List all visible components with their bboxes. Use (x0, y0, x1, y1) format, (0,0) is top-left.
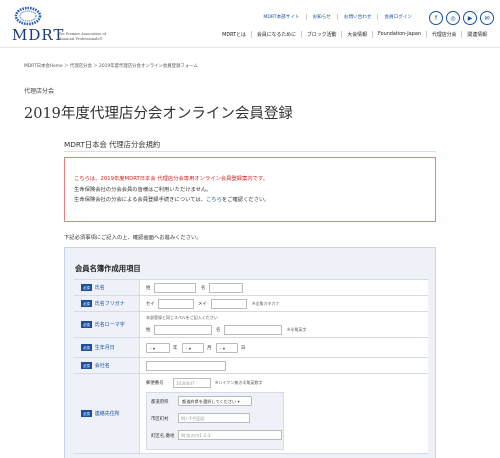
nav-item-about[interactable]: MDRTとは (217, 31, 251, 38)
label-contact: 連絡先住所 (94, 411, 120, 417)
facebook-icon[interactable]: f (429, 11, 443, 25)
birth-day-select[interactable]: - ▾ (216, 343, 238, 353)
utility-link-mdrt-hq[interactable]: MDRT本部サイト (257, 14, 305, 20)
address-box: 都道府県 都道府県を選択してください ▾ 市区町村 例) 千代田区 町区名,番地… (146, 392, 284, 450)
required-badge: 必須 (81, 321, 92, 328)
notice-line: 生命保険会社の分会会員の皆様はご利用いただけません。 (74, 186, 212, 193)
label-company: 会社名 (94, 363, 110, 369)
utility-link-contact[interactable]: お問い合わせ (336, 14, 378, 20)
birth-year-select[interactable]: - ▾ (146, 343, 170, 353)
page-title: 2019年度代理店分会オンライン会員登録 (24, 106, 293, 122)
company-input[interactable] (146, 361, 226, 371)
notice-box: こちらは、2019年度MDRT日本会 代理店分会専用オンライン会員登録案内です。… (64, 157, 436, 222)
utility-link-login[interactable]: 会員ログイン (377, 14, 418, 20)
youtube-icon[interactable]: ▶ (463, 11, 477, 25)
row-furigana: 必須 氏名フリガナ セイ メイ ※全角カタカナ (74, 296, 428, 312)
required-badge: 必須 (81, 410, 92, 417)
furigana-mei-input[interactable] (211, 299, 247, 309)
furigana-sei-input[interactable] (158, 299, 194, 309)
label-furigana: 氏名フリガナ (94, 301, 125, 307)
romaji-sei-input[interactable] (154, 325, 212, 335)
name-mei-input[interactable] (209, 283, 243, 293)
nav-item-meeting[interactable]: 大会情報 (341, 31, 372, 38)
breadcrumb[interactable]: MDRT日本会Home ＞ 代理店分会 ＞ 2019年度代理店分会オンライン会員… (24, 63, 198, 69)
nav-item-block[interactable]: ブロック活動 (301, 31, 341, 38)
nav-item-agency[interactable]: 代理店分会 (425, 31, 461, 38)
main-nav: MDRTとは 会員になるために ブロック活動 大会情報 Foundation-J… (217, 31, 492, 38)
utility-nav: MDRT本部サイト お知らせ お問い合わせ 会員ログイン (257, 14, 418, 20)
prefecture-select[interactable]: 都道府県を選択してください ▾ (178, 396, 252, 406)
romaji-mei-input[interactable] (224, 325, 282, 335)
mail-icon[interactable]: ✉ (480, 11, 494, 25)
nav-item-membership[interactable]: 会員になるために (250, 31, 301, 38)
street-input[interactable]: 例)丸の内1-2-3 (178, 430, 282, 440)
form-instruction: 下記必須事項にご記入の上、確認画面へお進みください。 (64, 235, 202, 241)
logo-text: MDRT (12, 26, 65, 44)
name-sei-input[interactable] (154, 283, 196, 293)
row-company: 必須 会社名 (74, 358, 428, 374)
birth-month-select[interactable]: - ▾ (182, 343, 204, 353)
row-name: 必須 氏名 姓 名 (74, 280, 428, 296)
logo-ring-icon (14, 6, 42, 26)
required-badge: 必須 (81, 362, 92, 369)
mdrt-logo[interactable]: MDRT The Premier Association of Financia… (6, 6, 106, 44)
row-romaji: 必須 氏名ローマ字 本部登録と同じスペルをご記入ください 姓 名 ※半角英字 (74, 312, 428, 338)
nav-item-foundation[interactable]: Foundation-Japan (371, 31, 426, 38)
form-title: 会員名簿作成用項目 (75, 264, 141, 273)
row-contact: 必須 連絡先住所 郵便番号 1030047 ※ハイフン無き半角英数字 都道府県 都… (74, 374, 428, 454)
zip-input[interactable]: 1030047 (173, 378, 211, 388)
logo-tagline: The Premier Association of Financial Pro… (58, 32, 106, 41)
label-name: 氏名 (94, 285, 105, 291)
notice-link[interactable]: こちら (206, 197, 222, 203)
label-birthday: 生年月日 (94, 345, 115, 351)
section-title: MDRT日本会 代理店分会規約 (64, 140, 161, 149)
site-header: MDRT The Premier Association of Financia… (0, 0, 500, 48)
utility-link-news[interactable]: お知らせ (305, 14, 337, 20)
instagram-icon[interactable]: ◎ (446, 11, 460, 25)
social-links: f ◎ ▶ ✉ (429, 11, 494, 25)
required-badge: 必須 (81, 300, 92, 307)
notice-headline: こちらは、2019年度MDRT日本会 代理店分会専用オンライン会員登録案内です。 (74, 176, 269, 182)
label-romaji: 氏名ローマ字 (94, 322, 125, 328)
form-table: 必須 氏名 姓 名 必須 氏名フリガナ セイ メイ ※全角カタカナ 必須 氏名ローマ字… (74, 279, 428, 454)
nav-item-related[interactable]: 関連情報 (461, 31, 492, 38)
page-eyebrow: 代理店分会 (24, 88, 55, 95)
row-birthday: 必須 生年月日 - ▾ 年 - ▾ 月 - ▾ 日 (74, 338, 428, 358)
section-divider (64, 151, 436, 152)
notice-line: 生命保険会社の分会による会員登録手続きについては、こちらをご確認ください。 (74, 197, 270, 203)
required-badge: 必須 (81, 284, 92, 291)
registration-form: 会員名簿作成用項目 必須 氏名 姓 名 必須 氏名フリガナ セイ メイ ※全角カタカ… (64, 247, 436, 458)
city-input[interactable]: 例) 千代田区 (178, 413, 250, 423)
required-badge: 必須 (81, 344, 92, 351)
